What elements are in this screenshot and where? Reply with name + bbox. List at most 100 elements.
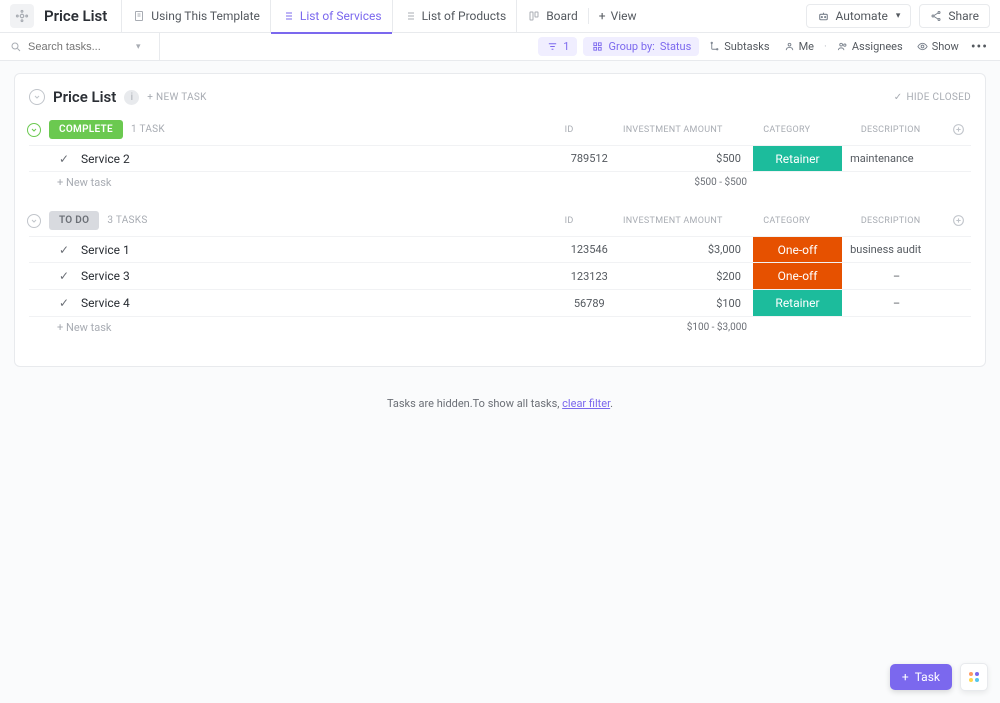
tab-label: List of Products <box>422 9 507 23</box>
group-collapse-toggle[interactable] <box>27 123 41 137</box>
col-header-category[interactable]: CATEGORY <box>745 125 829 135</box>
task-name[interactable]: Service 3 <box>81 269 130 283</box>
check-icon[interactable]: ✓ <box>57 296 71 310</box>
check-icon[interactable]: ✓ <box>57 243 71 257</box>
groups-root: COMPLETE 1 TASK ID INVESTMENT AMOUNT CAT… <box>29 120 971 334</box>
col-header-description[interactable]: DESCRIPTION <box>839 216 942 226</box>
cell-spacer <box>951 290 971 316</box>
col-header-category[interactable]: CATEGORY <box>745 216 829 226</box>
cell-spacer <box>951 146 971 171</box>
fab-label: Task <box>915 670 940 684</box>
col-header-investment[interactable]: INVESTMENT AMOUNT <box>621 216 734 226</box>
groupby-pill[interactable]: Group by: Status <box>583 37 699 56</box>
cell-investment[interactable]: $200 <box>634 263 753 289</box>
share-icon <box>930 10 942 22</box>
clear-filter-link[interactable]: clear filter <box>562 397 610 410</box>
share-label: Share <box>948 9 979 23</box>
automate-label: Automate <box>836 9 888 23</box>
cell-description[interactable]: maintenance <box>842 146 951 171</box>
col-header-id[interactable]: ID <box>527 216 611 226</box>
main-area: Price List i + NEW TASK ✓ HIDE CLOSED CO… <box>0 61 1000 703</box>
apps-grid-button[interactable] <box>960 663 988 691</box>
task-row[interactable]: ✓ Service 1 123546 $3,000 One-off busine… <box>29 236 971 263</box>
header-bar: Price List Using This Template List of S… <box>0 0 1000 33</box>
robot-icon <box>817 10 830 23</box>
cell-id[interactable]: 56789 <box>545 290 634 316</box>
search-input[interactable] <box>28 41 128 53</box>
cell-description[interactable]: – <box>842 290 951 316</box>
new-task-button[interactable]: + New task <box>57 176 549 189</box>
list-collapse-toggle[interactable] <box>29 89 45 105</box>
add-column-button[interactable] <box>952 123 971 136</box>
hidden-tasks-message: Tasks are hidden.To show all tasks, clea… <box>14 397 986 410</box>
groupby-label: Group by: <box>608 40 654 53</box>
info-icon[interactable]: i <box>124 90 139 105</box>
new-task-fab[interactable]: + Task <box>890 664 952 690</box>
header-right: Automate ▾ Share <box>806 4 991 28</box>
task-name[interactable]: Service 2 <box>81 152 130 166</box>
subtasks-button[interactable]: Subtasks <box>705 37 773 56</box>
add-view-label: View <box>611 9 637 23</box>
new-task-button[interactable]: + New task <box>57 321 549 334</box>
more-menu[interactable]: ••• <box>969 39 990 55</box>
cell-description[interactable]: business audit <box>842 237 951 262</box>
cell-id[interactable]: 123123 <box>545 263 634 289</box>
hide-closed-button[interactable]: ✓ HIDE CLOSED <box>894 92 971 103</box>
cell-investment[interactable]: $500 <box>634 146 753 171</box>
check-icon[interactable]: ✓ <box>57 152 71 166</box>
category-tag: Retainer <box>753 146 842 171</box>
group-header: TO DO 3 TASKS ID INVESTMENT AMOUNT CATEG… <box>29 211 971 236</box>
new-task-row: + New task $500 - $500 <box>29 172 971 189</box>
category-tag: One-off <box>753 237 842 262</box>
cell-id[interactable]: 123546 <box>545 237 634 262</box>
me-label: Me <box>799 40 814 53</box>
tab-list-products[interactable]: List of Products <box>392 0 517 33</box>
status-badge[interactable]: COMPLETE <box>49 120 123 139</box>
cell-investment[interactable]: $100 <box>634 290 753 316</box>
list-icon <box>281 9 295 23</box>
col-header-description[interactable]: DESCRIPTION <box>839 125 942 135</box>
workspace-icon[interactable] <box>10 4 34 28</box>
col-header-investment[interactable]: INVESTMENT AMOUNT <box>621 125 734 135</box>
new-task-top-button[interactable]: + NEW TASK <box>147 92 206 103</box>
cell-category[interactable]: Retainer <box>753 290 842 316</box>
add-view-button[interactable]: + View <box>588 8 647 24</box>
filter-pill[interactable]: 1 <box>538 37 577 56</box>
automate-button[interactable]: Automate ▾ <box>806 4 912 28</box>
category-tag: Retainer <box>753 290 842 316</box>
category-tag: One-off <box>753 263 842 289</box>
tab-label: Board <box>546 9 578 23</box>
cell-description[interactable]: – <box>842 263 951 289</box>
cell-category[interactable]: Retainer <box>753 146 842 171</box>
task-name[interactable]: Service 1 <box>81 243 130 257</box>
chevron-down-icon: ▾ <box>896 11 901 21</box>
assignees-label: Assignees <box>852 40 903 53</box>
col-header-id[interactable]: ID <box>527 125 611 135</box>
assignees-button[interactable]: Assignees <box>833 37 907 56</box>
task-row[interactable]: ✓ Service 4 56789 $100 Retainer – <box>29 290 971 317</box>
tab-using-template[interactable]: Using This Template <box>121 0 270 33</box>
hide-closed-label: HIDE CLOSED <box>906 92 971 103</box>
add-column-button[interactable] <box>952 214 971 227</box>
task-row[interactable]: ✓ Service 2 789512 $500 Retainer mainten… <box>29 145 971 172</box>
check-icon[interactable]: ✓ <box>57 269 71 283</box>
task-name[interactable]: Service 4 <box>81 296 130 310</box>
task-row[interactable]: ✓ Service 3 123123 $200 One-off – <box>29 263 971 290</box>
cell-investment[interactable]: $3,000 <box>634 237 753 262</box>
cell-category[interactable]: One-off <box>753 237 842 262</box>
cell-category[interactable]: One-off <box>753 263 842 289</box>
me-button[interactable]: Me <box>780 37 818 56</box>
cell-spacer <box>951 263 971 289</box>
grid-icon <box>969 672 979 682</box>
share-button[interactable]: Share <box>919 4 990 28</box>
group-collapse-toggle[interactable] <box>27 214 41 228</box>
chevron-down-icon[interactable]: ▾ <box>136 42 141 52</box>
show-button[interactable]: Show <box>913 37 963 56</box>
cell-id[interactable]: 789512 <box>545 146 634 171</box>
status-badge[interactable]: TO DO <box>49 211 99 230</box>
subtasks-icon <box>709 41 720 52</box>
tab-board[interactable]: Board <box>516 0 588 33</box>
tab-label: List of Services <box>300 9 382 23</box>
tab-list-services[interactable]: List of Services <box>270 0 392 33</box>
tab-label: Using This Template <box>151 9 260 23</box>
